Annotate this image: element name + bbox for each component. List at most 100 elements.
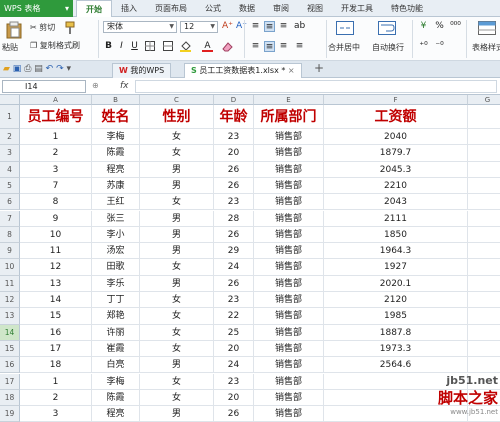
preview-icon[interactable]: ▤	[34, 64, 43, 74]
table-cell[interactable]: 男	[140, 276, 214, 292]
empty-cell[interactable]	[468, 227, 500, 243]
table-cell[interactable]: 女	[140, 194, 214, 210]
table-cell[interactable]: 女	[140, 325, 214, 341]
align-center-button[interactable]: ≡	[264, 41, 275, 52]
empty-cell[interactable]	[468, 341, 500, 357]
table-cell[interactable]: 25	[214, 325, 254, 341]
table-cell[interactable]: 白亮	[92, 357, 140, 373]
italic-button[interactable]: I	[116, 41, 127, 52]
table-cell[interactable]: 销售部	[254, 129, 324, 145]
empty-cell[interactable]	[468, 325, 500, 341]
table-cell[interactable]: 男	[140, 178, 214, 194]
table-cell[interactable]: 13	[20, 276, 92, 292]
table-cell[interactable]: 10	[20, 227, 92, 243]
table-header-cell[interactable]: 所属部门	[254, 105, 324, 129]
menu-tab-8[interactable]: 特色功能	[382, 0, 432, 17]
table-cell[interactable]: 销售部	[254, 325, 324, 341]
table-cell[interactable]: 李梅	[92, 129, 140, 145]
decrease-decimal-button[interactable]: ⁻⁰	[434, 41, 445, 52]
table-header-cell[interactable]: 员工编号	[20, 105, 92, 129]
table-cell[interactable]: 29	[214, 243, 254, 259]
close-icon[interactable]: ×	[288, 66, 295, 75]
open-folder-icon[interactable]: ▰	[3, 64, 10, 74]
column-header[interactable]: B	[92, 95, 140, 105]
row-header[interactable]: 11	[0, 276, 20, 292]
row-header[interactable]: 1	[0, 105, 20, 129]
table-cell[interactable]: 男	[140, 357, 214, 373]
table-cell[interactable]: 郑艳	[92, 308, 140, 324]
thousands-button[interactable]: ⁰⁰⁰	[450, 21, 461, 32]
table-cell[interactable]: 1887.8	[324, 325, 468, 341]
table-header-cell[interactable]: 工资额	[324, 105, 468, 129]
column-header[interactable]: F	[324, 95, 468, 105]
menu-tab-4[interactable]: 数据	[230, 0, 264, 17]
zoom-icon[interactable]: ⊕	[92, 81, 99, 91]
row-header[interactable]: 10	[0, 259, 20, 275]
menu-tab-5[interactable]: 审阅	[264, 0, 298, 17]
table-cell[interactable]: 李小	[92, 227, 140, 243]
table-cell[interactable]: 销售部	[254, 227, 324, 243]
align-middle-button[interactable]: ≡	[264, 21, 275, 32]
row-header[interactable]: 5	[0, 178, 20, 194]
row-header[interactable]: 4	[0, 162, 20, 178]
table-cell[interactable]: 女	[140, 341, 214, 357]
table-cell[interactable]: 1879.7	[324, 145, 468, 161]
table-cell[interactable]: 程亮	[92, 406, 140, 422]
table-cell[interactable]: 崔霞	[92, 341, 140, 357]
table-cell[interactable]: 男	[140, 211, 214, 227]
merge-center-button[interactable]	[336, 21, 354, 35]
font-select[interactable]: 宋体▼	[103, 21, 177, 33]
table-cell[interactable]: 8	[20, 194, 92, 210]
row-header[interactable]: 12	[0, 292, 20, 308]
table-cell[interactable]: 销售部	[254, 162, 324, 178]
menu-tab-6[interactable]: 视图	[298, 0, 332, 17]
justify-button[interactable]: ≡	[294, 41, 305, 52]
column-header[interactable]: C	[140, 95, 214, 105]
table-header-cell[interactable]: 性别	[140, 105, 214, 129]
table-cell[interactable]: 销售部	[254, 390, 324, 406]
select-all-corner[interactable]	[0, 95, 20, 105]
empty-cell[interactable]	[468, 162, 500, 178]
table-cell[interactable]: 销售部	[254, 357, 324, 373]
cut-button[interactable]: ✂ 剪切	[30, 23, 55, 33]
table-cell[interactable]: 女	[140, 129, 214, 145]
column-header[interactable]: G	[468, 95, 500, 105]
table-cell[interactable]: 2045.3	[324, 162, 468, 178]
table-cell[interactable]: 1850	[324, 227, 468, 243]
table-cell[interactable]: 女	[140, 390, 214, 406]
table-cell[interactable]: 2210	[324, 178, 468, 194]
table-style-button[interactable]	[478, 21, 496, 35]
table-header-cell[interactable]: 年龄	[214, 105, 254, 129]
tab-my-wps[interactable]: W 我的WPS	[112, 63, 171, 78]
format-painter-button[interactable]	[64, 21, 76, 35]
table-cell[interactable]: 14	[20, 292, 92, 308]
empty-cell[interactable]	[468, 194, 500, 210]
table-cell[interactable]: 销售部	[254, 374, 324, 390]
table-cell[interactable]: 女	[140, 145, 214, 161]
copy-button[interactable]: ❐ 复制	[30, 41, 56, 51]
empty-cell[interactable]	[468, 105, 500, 129]
new-tab-button[interactable]: +	[314, 63, 324, 73]
table-cell[interactable]: 男	[140, 162, 214, 178]
empty-cell[interactable]	[468, 145, 500, 161]
table-cell[interactable]: 7	[20, 178, 92, 194]
fill-color-button[interactable]	[180, 41, 191, 52]
empty-cell[interactable]	[468, 308, 500, 324]
column-header[interactable]: E	[254, 95, 324, 105]
table-cell[interactable]: 23	[214, 374, 254, 390]
table-cell[interactable]: 汤宏	[92, 243, 140, 259]
table-cell[interactable]: 15	[20, 308, 92, 324]
table-cell[interactable]: 23	[214, 129, 254, 145]
table-cell[interactable]: 2040	[324, 129, 468, 145]
decrease-font-button[interactable]: A⁻	[236, 21, 247, 32]
table-cell[interactable]: 程亮	[92, 162, 140, 178]
row-header[interactable]: 16	[0, 357, 20, 373]
empty-cell[interactable]	[468, 211, 500, 227]
row-header[interactable]: 9	[0, 243, 20, 259]
redo-icon[interactable]: ↷	[56, 64, 64, 74]
table-cell[interactable]: 2564.6	[324, 357, 468, 373]
undo-icon[interactable]: ↶	[46, 64, 54, 74]
table-cell[interactable]: 销售部	[254, 308, 324, 324]
table-header-cell[interactable]: 姓名	[92, 105, 140, 129]
font-color-button[interactable]: A	[202, 41, 213, 52]
